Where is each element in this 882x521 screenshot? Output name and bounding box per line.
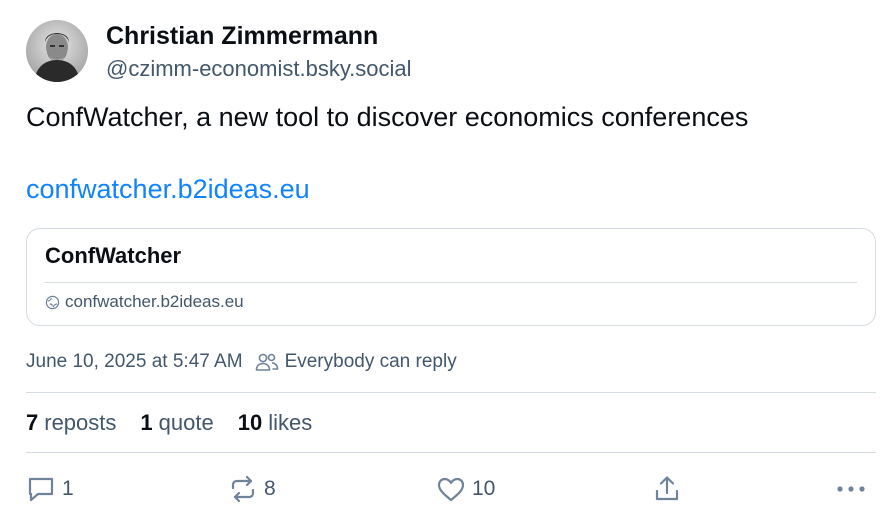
link-embed-card[interactable]: ConfWatcher confwatcher.b2ideas.eu	[26, 228, 876, 326]
repost-button[interactable]: 8	[228, 472, 276, 506]
likes-stat[interactable]: 10 likes	[238, 410, 313, 436]
embed-domain: confwatcher.b2ideas.eu	[65, 292, 244, 311]
quotes-label: quote	[158, 410, 214, 435]
avatar[interactable]	[26, 20, 88, 82]
like-count: 10	[472, 477, 496, 500]
divider	[26, 452, 876, 453]
likes-label: likes	[268, 410, 313, 435]
like-icon	[436, 475, 466, 503]
post-text: ConfWatcher, a new tool to discover econ…	[26, 102, 749, 132]
author-handle[interactable]: @czimm-economist.bsky.social	[106, 56, 412, 82]
more-options-button[interactable]	[834, 472, 868, 506]
reply-button[interactable]: 1	[26, 472, 74, 506]
repost-icon	[228, 475, 258, 503]
like-button[interactable]: 10	[436, 472, 495, 506]
divider	[26, 392, 876, 393]
quotes-stat[interactable]: 1 quote	[140, 410, 213, 436]
more-icon	[834, 479, 868, 499]
reply-count: 1	[62, 477, 74, 500]
avatar-image	[26, 20, 88, 82]
globe-icon	[45, 295, 60, 310]
reply-setting[interactable]: Everybody can reply	[255, 351, 457, 373]
post-timestamp: June 10, 2025 at 5:47 AM	[26, 351, 243, 372]
embed-divider	[45, 282, 857, 283]
reposts-label: reposts	[44, 410, 117, 435]
post-meta: June 10, 2025 at 5:47 AM Everybody can r…	[26, 348, 457, 376]
reply-setting-label: Everybody can reply	[284, 351, 457, 372]
quotes-count: 1	[140, 410, 153, 435]
people-icon	[255, 351, 279, 373]
reply-icon	[26, 475, 56, 503]
reposts-count: 7	[26, 410, 39, 435]
repost-count: 8	[264, 477, 276, 500]
post-link[interactable]: confwatcher.b2ideas.eu	[26, 174, 310, 205]
engagement-stats: 7 reposts 1 quote 10 likes	[26, 408, 336, 438]
share-icon	[652, 474, 682, 504]
author-name[interactable]: Christian Zimmermann	[106, 22, 378, 51]
share-button[interactable]	[652, 472, 682, 506]
reposts-stat[interactable]: 7 reposts	[26, 410, 116, 436]
embed-domain-row: confwatcher.b2ideas.eu	[45, 292, 244, 312]
embed-title: ConfWatcher	[45, 243, 182, 268]
likes-count: 10	[237, 410, 263, 435]
